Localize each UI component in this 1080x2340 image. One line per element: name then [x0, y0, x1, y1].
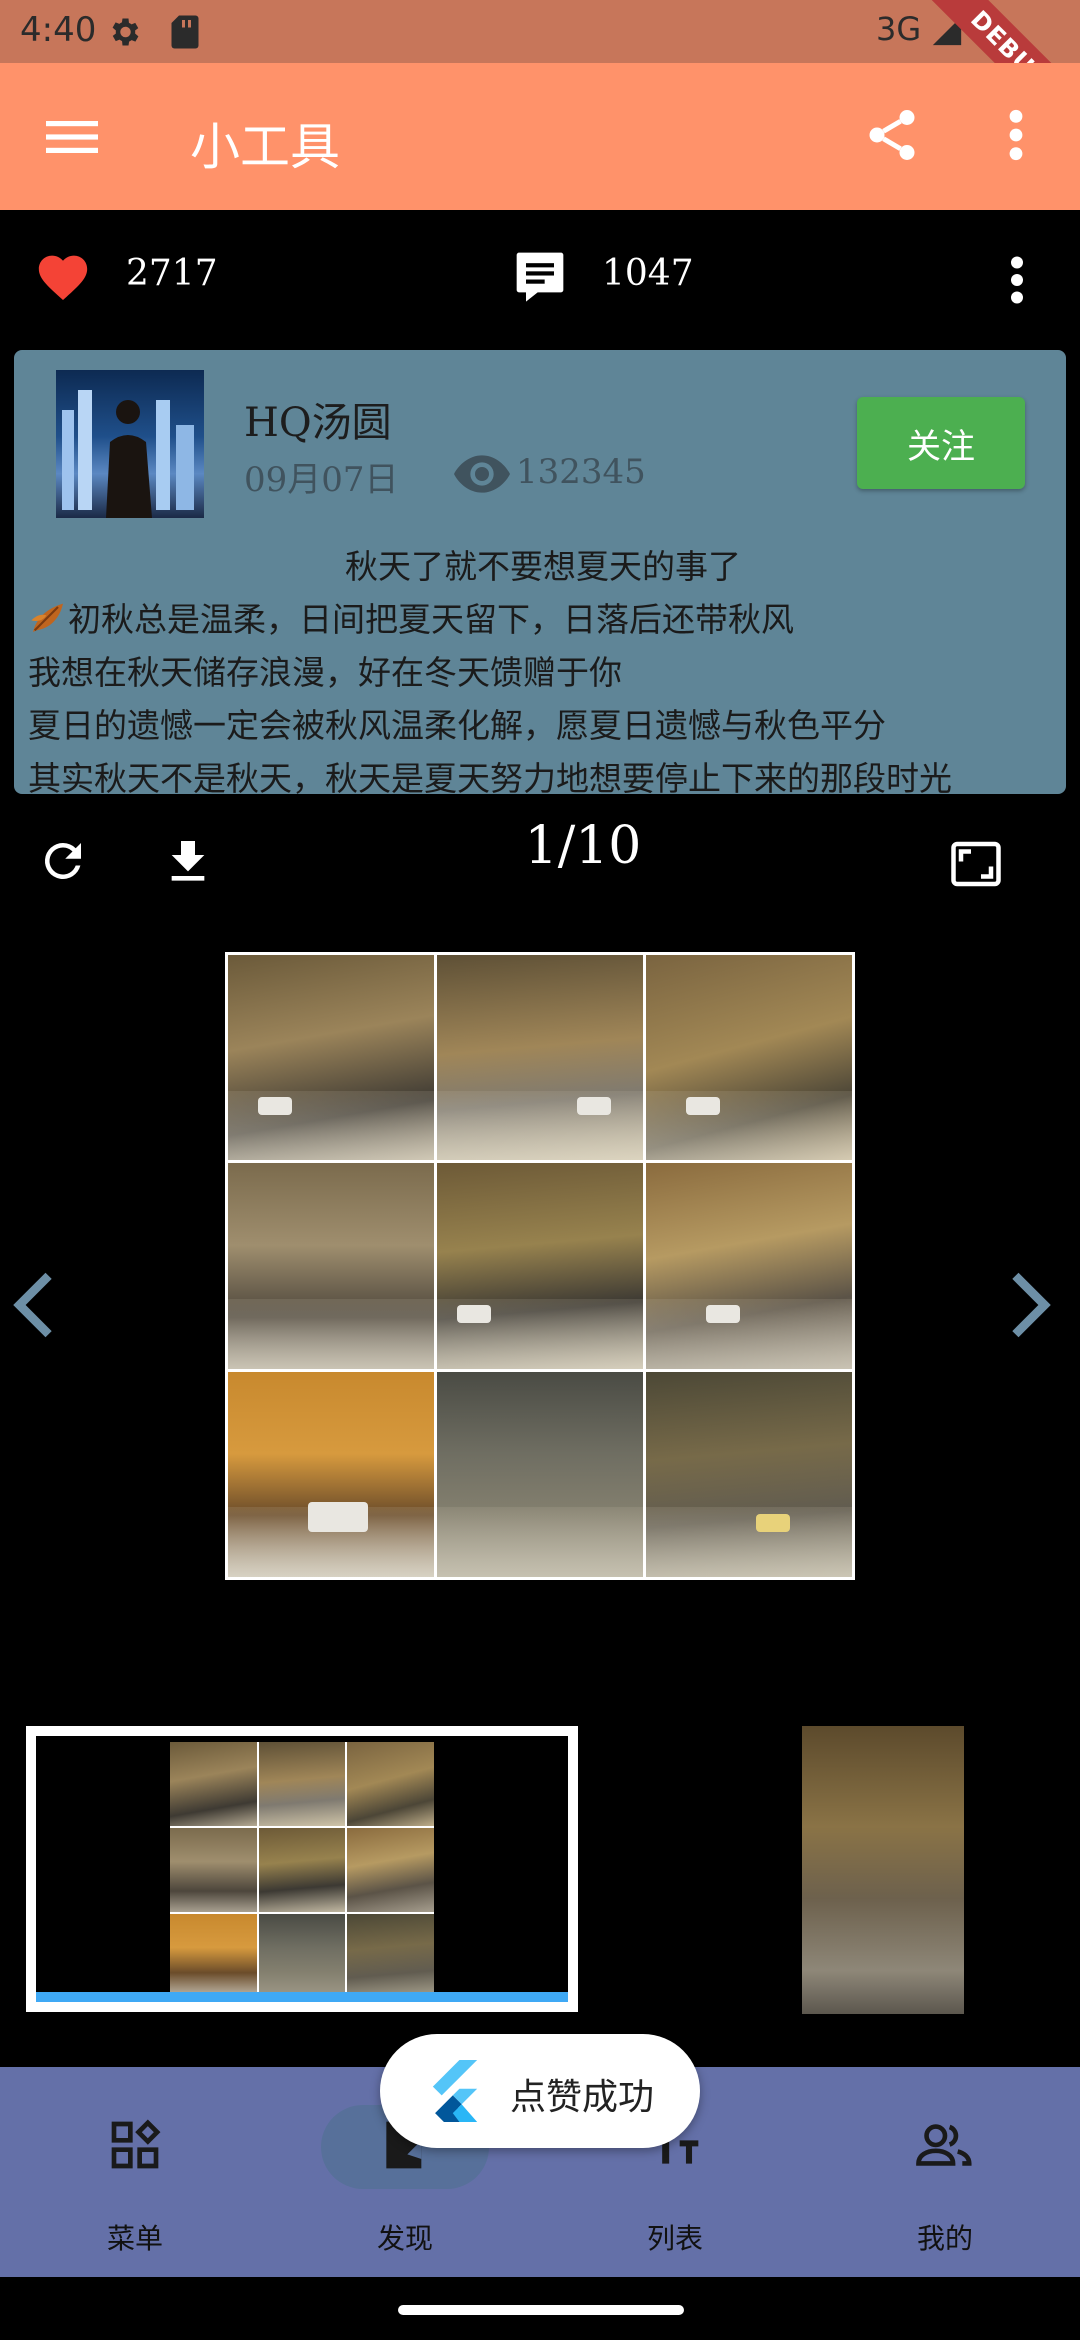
- nav-label: 列表: [646, 2222, 703, 2255]
- post-stats: 2717 1047: [0, 210, 1080, 350]
- nav-label: 我的: [916, 2222, 973, 2255]
- nav-item-menu[interactable]: 菜单: [0, 2067, 270, 2277]
- image-tile: [228, 1163, 434, 1369]
- flutter-logo-icon: [428, 2060, 482, 2122]
- nav-label: 菜单: [106, 2222, 163, 2255]
- view-count: 132345: [516, 452, 646, 492]
- next-arrow-icon[interactable]: [1006, 1270, 1054, 1340]
- people-icon: [915, 2117, 975, 2173]
- image-tile: [437, 1163, 643, 1369]
- comment-icon[interactable]: [512, 248, 568, 304]
- poem-line: 秋天了就不要想夏天的事了: [345, 547, 741, 586]
- image-tile: [437, 955, 643, 1161]
- viewer-toolbar: 1/10: [0, 794, 1080, 924]
- follow-button[interactable]: 关注: [857, 397, 1025, 489]
- image-tile: [228, 955, 434, 1161]
- status-bar: 4:40 3G DEBUG: [0, 0, 1080, 157]
- home-indicator[interactable]: [398, 2305, 684, 2315]
- like-icon[interactable]: [34, 248, 92, 302]
- image-tile: [228, 1371, 434, 1577]
- author-name[interactable]: HQ汤圆: [244, 390, 392, 448]
- thumbnail-strip: [0, 1720, 1080, 2020]
- fallen-leaf-icon: [28, 597, 68, 637]
- post-text: 秋天了就不要想夏天的事了 初秋总是温柔，日间把夏天留下，日落后还带秋风 我想在秋…: [28, 540, 1058, 794]
- thumbnail-selected[interactable]: [26, 1726, 578, 2012]
- avatar[interactable]: [56, 370, 204, 518]
- image-tile: [646, 1163, 852, 1369]
- widgets-icon: [107, 2117, 163, 2173]
- poem-line-with-leaf: 初秋总是温柔，日间把夏天留下，日落后还带秋风: [28, 593, 1058, 646]
- image-tile: [646, 955, 852, 1161]
- menu-icon[interactable]: [42, 113, 102, 161]
- image-tile: [437, 1371, 643, 1577]
- poem-line: 其实秋天不是秋天，秋天是夏天努力地想要停止下来的那段时光: [28, 759, 952, 794]
- status-time: 4:40: [20, 10, 97, 50]
- share-icon[interactable]: [862, 103, 922, 167]
- poem-line: 初秋总是温柔，日间把夏天留下，日落后还带秋风: [68, 600, 794, 639]
- post-card: HQ汤圆 09月07日 132345 关注 秋天了就不要想夏天的事了 初秋总是温…: [14, 350, 1066, 794]
- previous-arrow-icon[interactable]: [10, 1270, 58, 1340]
- sd-card-icon: [170, 14, 200, 50]
- toast-message: 点赞成功: [510, 2077, 655, 2118]
- selected-indicator: [36, 1992, 568, 2002]
- poem-line: 夏日的遗憾一定会被秋风温柔化解，愿夏日遗憾与秋色平分: [28, 706, 886, 745]
- nav-label: 发现: [376, 2222, 433, 2255]
- app-bar: 小工具: [0, 63, 1080, 210]
- network-type: 3G: [876, 10, 922, 48]
- poem-line: 我想在秋天储存浪漫，好在冬天馈赠于你: [28, 653, 622, 692]
- more-vert-icon[interactable]: [1000, 103, 1032, 167]
- toast: 点赞成功: [380, 2034, 700, 2148]
- fullscreen-icon[interactable]: [946, 834, 1006, 894]
- comment-count: 1047: [602, 253, 694, 294]
- main-image[interactable]: [225, 952, 855, 1580]
- post-date: 09月07日: [244, 460, 399, 500]
- like-count: 2717: [126, 253, 218, 294]
- thumbnail[interactable]: [802, 1726, 964, 2014]
- image-tile: [646, 1371, 852, 1577]
- settings-icon: [106, 14, 142, 50]
- post-more-icon[interactable]: [1002, 250, 1032, 310]
- nav-item-mine[interactable]: 我的: [810, 2067, 1080, 2277]
- app-title: 小工具: [190, 118, 340, 176]
- page-indicator: 1/10: [524, 816, 642, 876]
- views-icon: [454, 454, 510, 494]
